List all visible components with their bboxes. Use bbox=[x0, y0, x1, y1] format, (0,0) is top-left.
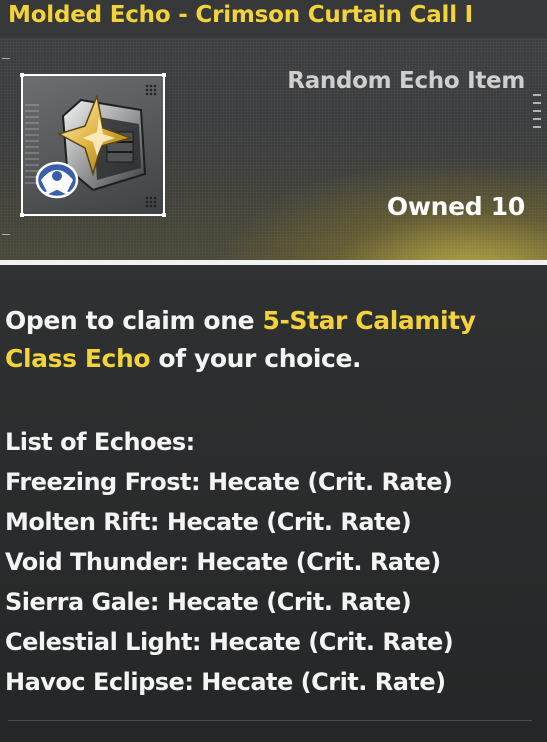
item-type-label: Random Echo Item bbox=[287, 68, 525, 94]
description-text-end: of your choice. bbox=[150, 344, 362, 373]
echo-box-icon bbox=[35, 93, 147, 199]
echo-list-item: Void Thunder: Hecate (Crit. Rate) bbox=[5, 548, 441, 576]
echo-list-item: Molten Rift: Hecate (Crit. Rate) bbox=[5, 508, 412, 536]
corner-tick bbox=[2, 234, 10, 235]
item-icon-frame[interactable] bbox=[20, 73, 166, 217]
echo-list-item: Havoc Eclipse: Hecate (Crit. Rate) bbox=[5, 668, 446, 696]
scroll-marks bbox=[533, 94, 541, 140]
echo-list-item: Freezing Frost: Hecate (Crit. Rate) bbox=[5, 468, 453, 496]
description-text: Open to claim one bbox=[5, 306, 263, 335]
owned-count: Owned 10 bbox=[386, 192, 525, 221]
echo-list: List of Echoes: Freezing Frost: Hecate (… bbox=[5, 422, 540, 702]
item-title: Molded Echo - Crimson Curtain Call I bbox=[8, 2, 474, 28]
title-bar: Molded Echo - Crimson Curtain Call I bbox=[0, 0, 547, 38]
item-description: Open to claim one 5-Star Calamity Class … bbox=[5, 302, 540, 378]
echo-list-item: Sierra Gale: Hecate (Crit. Rate) bbox=[5, 588, 412, 616]
bottom-divider bbox=[8, 720, 532, 721]
corner-tick bbox=[2, 58, 10, 59]
echo-list-item: Celestial Light: Hecate (Crit. Rate) bbox=[5, 628, 454, 656]
echo-list-heading: List of Echoes: bbox=[5, 428, 195, 456]
